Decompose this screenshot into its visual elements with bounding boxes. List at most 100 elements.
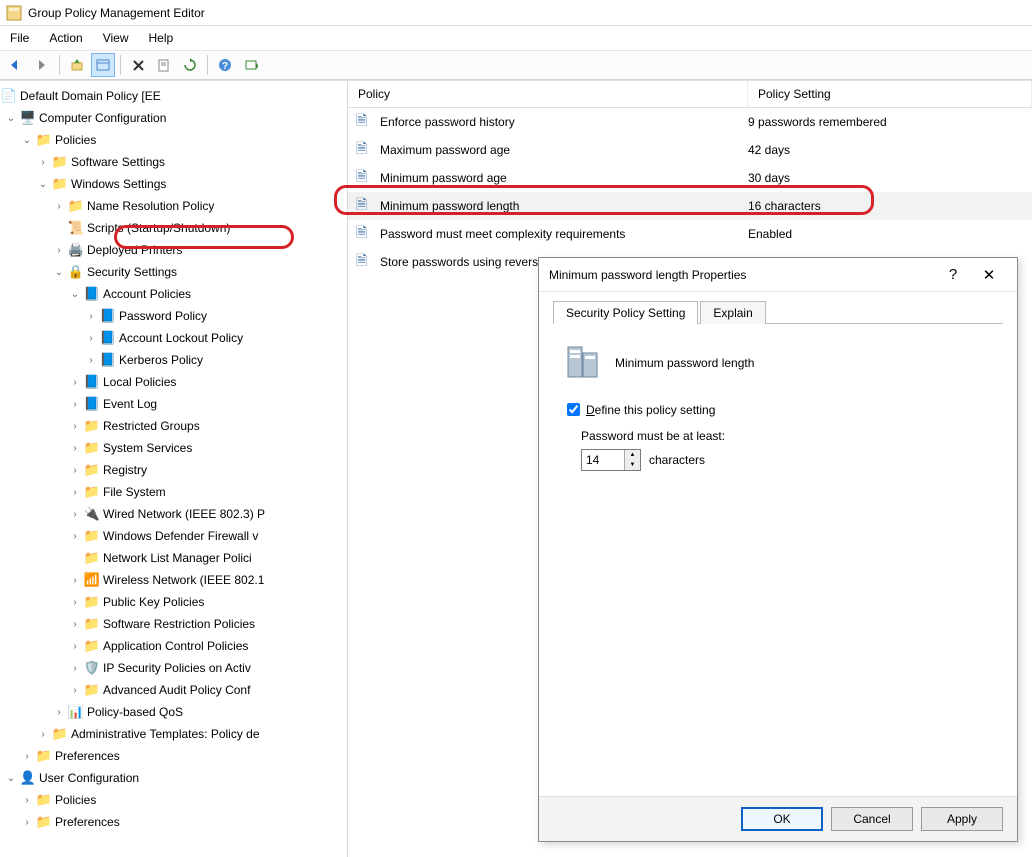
tree-qos[interactable]: ›📊Policy-based QoS [0, 701, 347, 723]
menu-help[interactable]: Help [149, 29, 186, 47]
stepper-down[interactable]: ▼ [625, 460, 640, 470]
folder-icon: 📁 [35, 792, 53, 808]
tree-user-configuration[interactable]: ⌄👤User Configuration [0, 767, 347, 789]
tree-registry[interactable]: ›📁Registry [0, 459, 347, 481]
tree-kerberos[interactable]: ›📘Kerberos Policy [0, 349, 347, 371]
length-input[interactable] [582, 450, 624, 470]
folder-icon: 📁 [83, 418, 101, 434]
document-icon: 📄 [0, 88, 18, 104]
length-stepper[interactable]: ▲ ▼ [581, 449, 641, 471]
delete-button[interactable] [126, 53, 150, 77]
network-icon: 🔌 [83, 506, 101, 522]
tree-pane[interactable]: 📄 Default Domain Policy [EE ⌄ 🖥️ Compute… [0, 81, 348, 857]
list-row[interactable]: 🗎 Password must meet complexity requirem… [348, 220, 1032, 248]
tree-preferences[interactable]: ›📁Preferences [0, 745, 347, 767]
tree-network-list-manager[interactable]: 📁Network List Manager Polici [0, 547, 347, 569]
export-button[interactable] [152, 53, 176, 77]
folder-icon: 📁 [83, 638, 101, 654]
cancel-button[interactable]: Cancel [831, 807, 913, 831]
policy-item-icon: 🗎 [356, 110, 376, 134]
tree-security-settings[interactable]: ⌄🔒Security Settings [0, 261, 347, 283]
ipsec-icon: 🛡️ [83, 660, 101, 676]
tree-system-services[interactable]: ›📁System Services [0, 437, 347, 459]
folder-icon: 📁 [83, 462, 101, 478]
folder-icon: 📁 [35, 132, 53, 148]
tree-computer-configuration[interactable]: ⌄ 🖥️ Computer Configuration [0, 107, 347, 129]
dialog-title: Minimum password length Properties [549, 268, 746, 282]
titlebar: Group Policy Management Editor [0, 0, 1032, 26]
stepper-up[interactable]: ▲ [625, 450, 640, 460]
tree-wireless-network[interactable]: ›📶Wireless Network (IEEE 802.1 [0, 569, 347, 591]
ok-button[interactable]: OK [741, 807, 823, 831]
tree-account-lockout[interactable]: ›📘Account Lockout Policy [0, 327, 347, 349]
column-policy[interactable]: Policy [348, 81, 748, 107]
tree-admin-templates[interactable]: ›📁Administrative Templates: Policy de [0, 723, 347, 745]
tree-software-restriction[interactable]: ›📁Software Restriction Policies [0, 613, 347, 635]
tree-software-settings[interactable]: ›📁Software Settings [0, 151, 347, 173]
list-row-selected[interactable]: 🗎 Minimum password length 16 characters [348, 192, 1032, 220]
tree-deployed-printers[interactable]: ›🖨️Deployed Printers [0, 239, 347, 261]
tab-security-policy-setting[interactable]: Security Policy Setting [553, 301, 698, 324]
tree-ip-security[interactable]: ›🛡️IP Security Policies on Activ [0, 657, 347, 679]
policy-icon: 📘 [83, 286, 101, 302]
list-row[interactable]: 🗎 Enforce password history 9 passwords r… [348, 108, 1032, 136]
apply-button[interactable]: Apply [921, 807, 1003, 831]
menu-action[interactable]: Action [49, 29, 94, 47]
policy-icon: 📘 [99, 330, 117, 346]
shield-icon: 🔒 [67, 264, 85, 280]
policy-item-icon: 🗎 [356, 250, 376, 274]
forward-button[interactable] [30, 53, 54, 77]
folder-icon: 📁 [51, 726, 69, 742]
tree-defender-firewall[interactable]: ›📁Windows Defender Firewall v [0, 525, 347, 547]
unit-label: characters [649, 453, 705, 467]
policy-item-icon: 🗎 [356, 166, 376, 190]
list-row[interactable]: 🗎 Minimum password age 30 days [348, 164, 1032, 192]
folder-icon: 📁 [83, 440, 101, 456]
user-icon: 👤 [19, 770, 37, 786]
policy-item-icon: 🗎 [356, 194, 376, 218]
tree-file-system[interactable]: ›📁File System [0, 481, 347, 503]
expand-icon[interactable]: ⌄ [4, 113, 18, 124]
menu-file[interactable]: File [6, 29, 41, 47]
toolbar: ? [0, 50, 1032, 80]
tree-restricted-groups[interactable]: ›📁Restricted Groups [0, 415, 347, 437]
filter-button[interactable] [239, 53, 263, 77]
tab-explain[interactable]: Explain [700, 301, 765, 324]
policy-icon: 📘 [99, 352, 117, 368]
tree-user-policies[interactable]: ›📁Policies [0, 789, 347, 811]
tree-public-key-policies[interactable]: ›📁Public Key Policies [0, 591, 347, 613]
tree-windows-settings[interactable]: ⌄📁Windows Settings [0, 173, 347, 195]
folder-icon: 📁 [51, 154, 69, 170]
back-button[interactable] [4, 53, 28, 77]
scripts-icon: 📜 [67, 220, 85, 236]
tree-event-log[interactable]: ›📘Event Log [0, 393, 347, 415]
define-checkbox[interactable] [567, 403, 580, 416]
tree-password-policy[interactable]: ›📘Password Policy [0, 305, 347, 327]
tree-scripts[interactable]: 📜Scripts (Startup/Shutdown) [0, 217, 347, 239]
menu-view[interactable]: View [103, 29, 141, 47]
help-button[interactable]: ? [213, 53, 237, 77]
properties-button[interactable] [91, 53, 115, 77]
tree-audit-policy[interactable]: ›📁Advanced Audit Policy Conf [0, 679, 347, 701]
tree-name-resolution[interactable]: ›📁Name Resolution Policy [0, 195, 347, 217]
tree-policies[interactable]: ⌄ 📁 Policies [0, 129, 347, 151]
refresh-button[interactable] [178, 53, 202, 77]
folder-icon: 📁 [35, 814, 53, 830]
column-setting[interactable]: Policy Setting [748, 81, 1032, 107]
tree-application-control[interactable]: ›📁Application Control Policies [0, 635, 347, 657]
tree-account-policies[interactable]: ⌄📘Account Policies [0, 283, 347, 305]
tree-wired-network[interactable]: ›🔌Wired Network (IEEE 802.3) P [0, 503, 347, 525]
policy-icon: 📘 [83, 374, 101, 390]
tree-root[interactable]: 📄 Default Domain Policy [EE [0, 85, 347, 107]
up-button[interactable] [65, 53, 89, 77]
server-icon [561, 342, 603, 384]
folder-icon: 📁 [83, 616, 101, 632]
close-button[interactable]: ✕ [971, 261, 1007, 289]
tree-user-preferences[interactable]: ›📁Preferences [0, 811, 347, 833]
policy-item-icon: 🗎 [356, 138, 376, 162]
dialog-policy-name: Minimum password length [615, 356, 754, 370]
help-button[interactable]: ? [935, 261, 971, 289]
policy-item-icon: 🗎 [356, 222, 376, 246]
tree-local-policies[interactable]: ›📘Local Policies [0, 371, 347, 393]
list-row[interactable]: 🗎 Maximum password age 42 days [348, 136, 1032, 164]
